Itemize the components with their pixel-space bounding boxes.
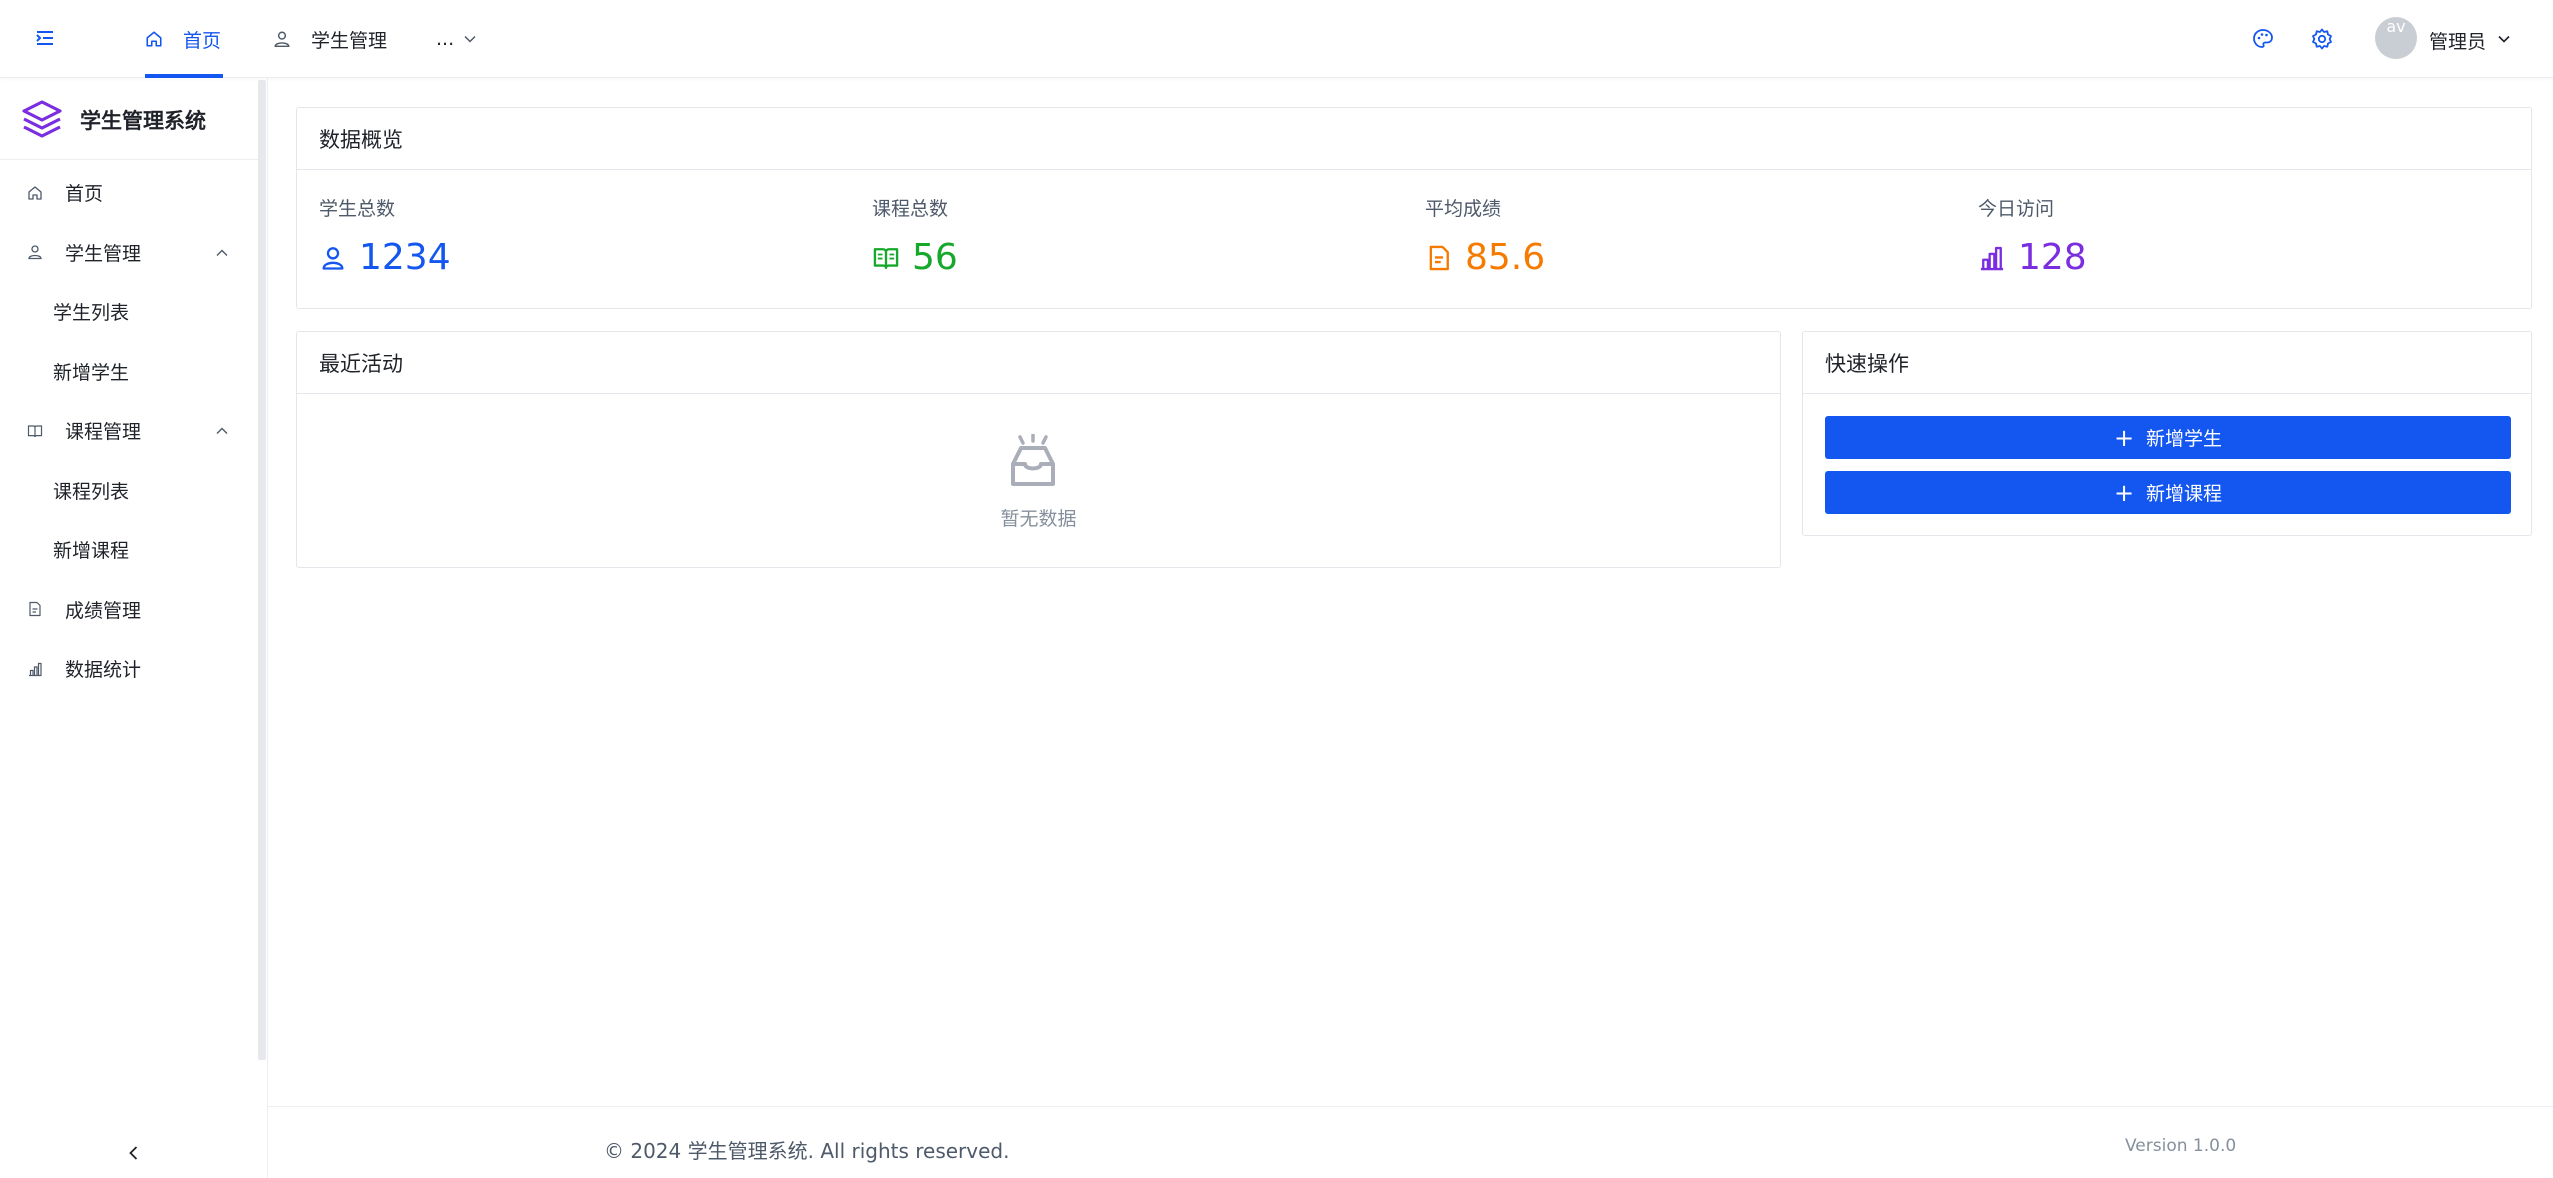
stat-today-visits: 今日访问 128 xyxy=(1978,194,2087,278)
sidebar-item-student-management[interactable]: 学生管理 xyxy=(0,223,258,283)
sidebar-item-course-list[interactable]: 课程列表 xyxy=(0,461,258,521)
chevron-up-icon xyxy=(216,427,228,434)
sidebar-menu: 首页 学生管理 学生列表 新增学生 课程管理 课程列表 新增课程 成绩管理 数据… xyxy=(0,163,258,699)
stat-students: 学生总数 1234 xyxy=(319,194,451,278)
quick-actions-title: 快速操作 xyxy=(1803,332,2531,394)
plus-icon: + xyxy=(2113,478,2135,507)
stat-value: 128 xyxy=(2018,237,2087,278)
sidebar-item-label: 课程管理 xyxy=(65,421,142,444)
stat-label: 今日访问 xyxy=(1978,198,2055,220)
quick-actions-card: 快速操作 + 新增学生 + 新增课程 xyxy=(1802,331,2532,536)
recent-activity-title: 最近活动 xyxy=(297,332,1780,394)
menu-fold-icon[interactable] xyxy=(34,27,56,49)
plus-icon: + xyxy=(2113,423,2135,452)
sidebar-item-statistics[interactable]: 数据统计 xyxy=(0,639,258,699)
home-icon xyxy=(27,185,43,201)
sidebar-divider xyxy=(267,0,268,1178)
stat-label: 学生总数 xyxy=(319,198,396,220)
theme-palette-icon[interactable] xyxy=(2251,27,2275,51)
chevron-up-icon xyxy=(216,249,228,256)
stat-value-row: 56 xyxy=(872,237,958,278)
chevron-down-icon xyxy=(464,35,476,43)
add-student-button[interactable]: + 新增学生 xyxy=(1825,416,2511,459)
sidebar-item-course-management[interactable]: 课程管理 xyxy=(0,401,258,461)
user-name[interactable]: 管理员 xyxy=(2429,27,2486,54)
top-tab-label: ... xyxy=(436,28,455,50)
stat-label: 课程总数 xyxy=(872,198,949,220)
copyright-text: © 2024 学生管理系统. All rights reserved. xyxy=(604,1139,1010,1163)
empty-state: 暂无数据 xyxy=(297,394,1780,568)
user-avatar[interactable]: av xyxy=(2375,17,2417,59)
app-title: 学生管理系统 xyxy=(80,108,206,133)
sidebar-item-add-course[interactable]: 新增课程 xyxy=(0,520,258,580)
top-tab-more[interactable]: ... xyxy=(436,0,478,78)
footer: © 2024 学生管理系统. All rights reserved. Vers… xyxy=(268,1106,2553,1178)
top-tab-student-management[interactable]: 学生管理 xyxy=(273,0,387,78)
user-icon xyxy=(273,30,291,48)
stat-value: 1234 xyxy=(359,237,451,278)
top-tab-home[interactable]: 首页 xyxy=(145,0,223,78)
stat-value: 56 xyxy=(912,237,958,278)
stat-value-row: 128 xyxy=(1978,237,2087,278)
book-icon xyxy=(872,244,900,272)
document-icon xyxy=(1425,244,1453,272)
top-tab-label: 学生管理 xyxy=(311,29,388,52)
sidebar: 学生管理系统 首页 学生管理 学生列表 新增学生 课程管理 课程列表 新增课程 xyxy=(0,0,268,1178)
stat-value: 85.6 xyxy=(1465,237,1546,278)
stat-average-score: 平均成绩 85.6 xyxy=(1425,194,1545,278)
user-icon xyxy=(27,244,43,260)
bar-chart-icon xyxy=(1978,244,2006,272)
bar-chart-icon xyxy=(27,661,43,677)
book-icon xyxy=(27,423,43,439)
button-label: 新增学生 xyxy=(2146,428,2223,450)
stat-courses: 课程总数 56 xyxy=(872,194,958,278)
recent-activity-card: 最近活动 暂无数据 xyxy=(296,331,1781,568)
sidebar-scrollbar[interactable] xyxy=(258,80,266,1060)
avatar-alt-text: av xyxy=(2386,17,2406,36)
chevron-down-icon[interactable] xyxy=(2496,31,2512,47)
top-header: 首页 学生管理 ... av 管理员 xyxy=(0,0,2553,78)
sidebar-item-label: 成绩管理 xyxy=(65,599,142,622)
empty-text: 暂无数据 xyxy=(1000,508,1077,530)
layers-logo-icon xyxy=(22,99,62,138)
settings-gear-icon[interactable] xyxy=(2310,27,2334,51)
user-icon xyxy=(319,244,347,272)
sidebar-item-home[interactable]: 首页 xyxy=(0,163,258,223)
sidebar-item-student-list[interactable]: 学生列表 xyxy=(0,282,258,342)
stat-value-row: 1234 xyxy=(319,237,451,278)
top-tab-label: 首页 xyxy=(183,29,222,52)
collapse-sidebar-icon[interactable] xyxy=(124,1143,144,1163)
overview-card: 数据概览 学生总数 1234 课程总数 56 平均成绩 85.6 今日访问 12… xyxy=(296,107,2532,309)
overview-title: 数据概览 xyxy=(297,108,2531,170)
document-icon xyxy=(27,601,43,617)
version-text: Version 1.0.0 xyxy=(2125,1136,2237,1156)
sidebar-item-grade-management[interactable]: 成绩管理 xyxy=(0,580,258,640)
button-label: 新增课程 xyxy=(2146,483,2223,505)
stat-label: 平均成绩 xyxy=(1425,198,1502,220)
app-logo[interactable]: 学生管理系统 xyxy=(0,80,258,160)
stat-value-row: 85.6 xyxy=(1425,237,1545,278)
sidebar-item-label: 学生管理 xyxy=(65,242,142,265)
add-course-button[interactable]: + 新增课程 xyxy=(1825,471,2511,514)
empty-inbox-icon xyxy=(1011,434,1055,486)
sidebar-item-add-student[interactable]: 新增学生 xyxy=(0,342,258,402)
sidebar-item-label: 首页 xyxy=(65,183,104,206)
home-icon xyxy=(145,30,163,48)
sidebar-item-label: 数据统计 xyxy=(65,659,142,682)
